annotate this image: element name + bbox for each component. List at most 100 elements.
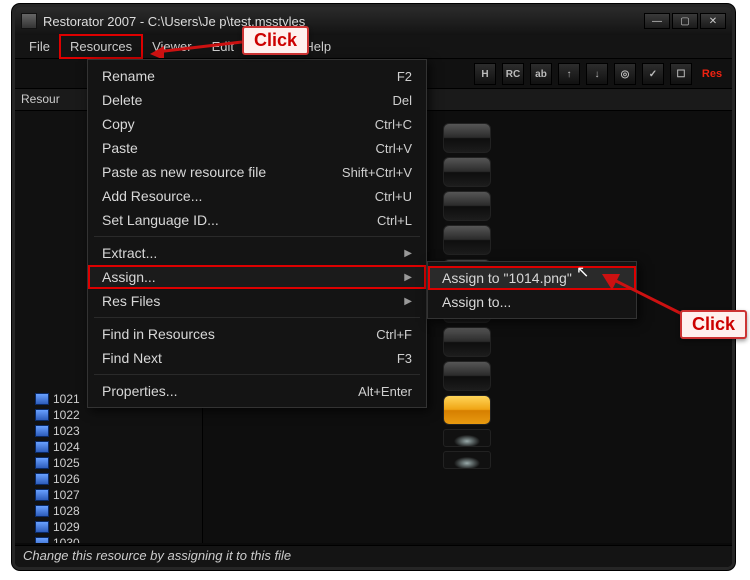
menu-item-label: Copy (102, 116, 135, 132)
close-button[interactable]: ✕ (700, 13, 726, 29)
thumbnail[interactable] (443, 361, 491, 391)
menu-separator (94, 317, 420, 318)
tree-item-label: 1029 (53, 520, 80, 534)
file-icon (35, 441, 49, 453)
menu-item-shortcut: Ctrl+V (376, 141, 412, 156)
menu-item-shortcut: F3 (397, 351, 412, 366)
file-icon (35, 521, 49, 533)
tree-item-label: 1023 (53, 424, 80, 438)
menu-item-paste[interactable]: Paste Ctrl+V (88, 136, 426, 160)
menu-item-label: Set Language ID... (102, 212, 219, 228)
tree-item-label: 1021 (53, 392, 80, 406)
tree-item[interactable]: 1028 (19, 503, 202, 519)
menu-file[interactable]: File (19, 35, 60, 58)
file-icon (35, 473, 49, 485)
tree-item[interactable]: 1022 (19, 407, 202, 423)
menu-item-rename[interactable]: Rename F2 (88, 64, 426, 88)
file-icon (35, 505, 49, 517)
menu-item-assign[interactable]: Assign... ▶ (88, 265, 426, 289)
menu-item-shortcut: Ctrl+C (375, 117, 412, 132)
menu-item-shortcut: Shift+Ctrl+V (342, 165, 412, 180)
submenu-arrow-icon: ▶ (404, 296, 412, 307)
menu-separator (94, 236, 420, 237)
thumbnail[interactable] (443, 191, 491, 221)
minimize-button[interactable]: — (644, 13, 670, 29)
menu-item-label: Paste (102, 140, 138, 156)
menu-item-set-language-id[interactable]: Set Language ID... Ctrl+L (88, 208, 426, 232)
menu-item-label: Assign... (102, 269, 156, 285)
tree-item[interactable]: 1024 (19, 439, 202, 455)
tree-item[interactable]: 1027 (19, 487, 202, 503)
toolbar-res-logo: Res (698, 63, 726, 85)
toolbar-down-icon[interactable]: ↓ (586, 63, 608, 85)
resources-dropdown: RenameF2DeleteDelCopyCtrl+CPasteCtrl+VPa… (87, 59, 427, 408)
tree-item[interactable]: 1023 (19, 423, 202, 439)
menu-item-label: Add Resource... (102, 188, 202, 204)
menu-item-label: Find Next (102, 350, 162, 366)
menu-item-shortcut: F2 (397, 69, 412, 84)
tree-item[interactable]: 1026 (19, 471, 202, 487)
thumbnail[interactable] (443, 429, 491, 447)
toolbar-rc-icon[interactable]: RC (502, 63, 524, 85)
thumbnail[interactable] (443, 123, 491, 153)
thumbnail[interactable] (443, 451, 491, 469)
toolbar-check-icon[interactable]: ✓ (642, 63, 664, 85)
menu-item-delete[interactable]: Delete Del (88, 88, 426, 112)
menu-item-label: Find in Resources (102, 326, 215, 342)
menu-item-properties[interactable]: Properties... Alt+Enter (88, 379, 426, 403)
file-icon (35, 457, 49, 469)
tree-item-label: 1030 (53, 536, 80, 543)
cursor-icon: ↖ (576, 262, 589, 282)
file-icon (35, 425, 49, 437)
file-icon (35, 537, 49, 543)
menu-item-find-in-resources[interactable]: Find in Resources Ctrl+F (88, 322, 426, 346)
submenu-item-label: Assign to... (442, 294, 511, 310)
menu-item-add-resource[interactable]: Add Resource... Ctrl+U (88, 184, 426, 208)
menu-item-shortcut: Ctrl+U (375, 189, 412, 204)
menu-separator (94, 374, 420, 375)
annotation-click-1: Click (242, 26, 309, 55)
thumbnail-selected[interactable] (443, 395, 491, 425)
toolbar-up-icon[interactable]: ↑ (558, 63, 580, 85)
menu-resources[interactable]: Resources (60, 35, 142, 58)
menu-item-shortcut: Del (392, 93, 412, 108)
toolbar-target-icon[interactable]: ◎ (614, 63, 636, 85)
menu-item-shortcut: Alt+Enter (358, 384, 412, 399)
menu-item-label: Extract... (102, 245, 157, 261)
menu-item-extract[interactable]: Extract... ▶ (88, 241, 426, 265)
menu-item-shortcut: Ctrl+L (377, 213, 412, 228)
submenu-item-label: Assign to "1014.png" (442, 270, 572, 286)
menu-item-label: Rename (102, 68, 155, 84)
toolbar-ab-icon[interactable]: ab (530, 63, 552, 85)
menu-item-find-next[interactable]: Find Next F3 (88, 346, 426, 370)
menu-item-label: Paste as new resource file (102, 164, 266, 180)
submenu-arrow-icon: ▶ (404, 272, 412, 283)
tree-item[interactable]: 1030 (19, 535, 202, 543)
menu-item-shortcut: Ctrl+F (376, 327, 412, 342)
tree-item-label: 1024 (53, 440, 80, 454)
annotation-click-2: Click (680, 310, 747, 339)
maximize-button[interactable]: ▢ (672, 13, 698, 29)
tree-item[interactable]: 1025 (19, 455, 202, 471)
thumbnail[interactable] (443, 157, 491, 187)
tree-item-label: 1026 (53, 472, 80, 486)
thumbnail[interactable] (443, 225, 491, 255)
menu-item-label: Properties... (102, 383, 177, 399)
tree-item-label: 1025 (53, 456, 80, 470)
submenu-arrow-icon: ▶ (404, 248, 412, 259)
statusbar: Change this resource by assigning it to … (15, 545, 732, 567)
menu-item-paste-as-new-resource-file[interactable]: Paste as new resource file Shift+Ctrl+V (88, 160, 426, 184)
tree-item-label: 1027 (53, 488, 80, 502)
menu-item-label: Res Files (102, 293, 160, 309)
toolbar-box-icon[interactable]: ☐ (670, 63, 692, 85)
file-icon (35, 489, 49, 501)
thumbnail[interactable] (443, 327, 491, 357)
menu-item-res-files[interactable]: Res Files ▶ (88, 289, 426, 313)
menubar: File Resources Viewer Edit Tools Help (15, 35, 732, 59)
menu-item-copy[interactable]: Copy Ctrl+C (88, 112, 426, 136)
toolbar-h-icon[interactable]: H (474, 63, 496, 85)
tree-item[interactable]: 1029 (19, 519, 202, 535)
menu-item-label: Delete (102, 92, 142, 108)
titlebar: Restorator 2007 - C:\Users\Je p\test.mss… (15, 7, 732, 35)
tree-item-label: 1028 (53, 504, 80, 518)
